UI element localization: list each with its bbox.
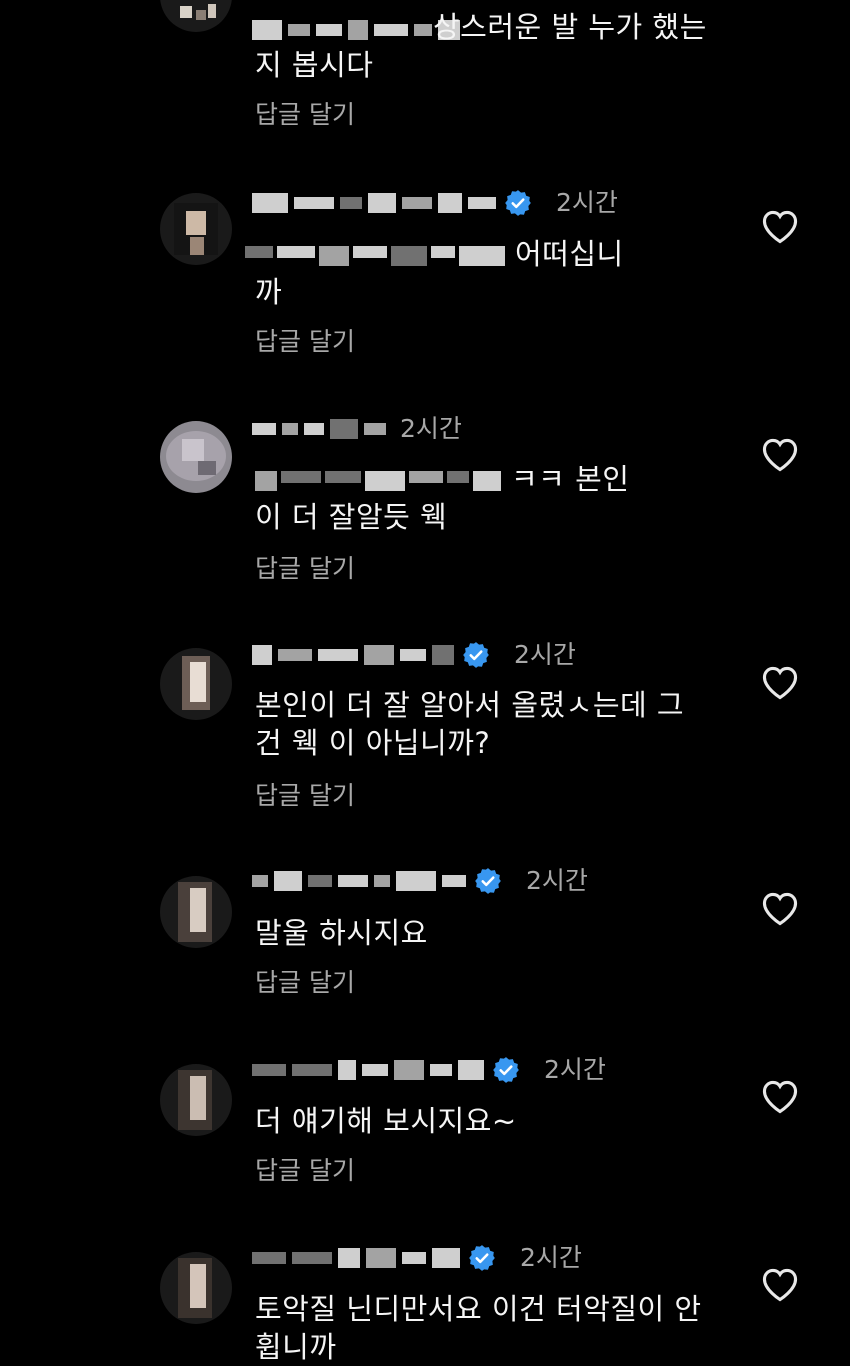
comment-text-line: 까: [255, 275, 283, 309]
verified-badge-icon: [463, 642, 489, 668]
avatar[interactable]: [160, 421, 232, 493]
reply-button[interactable]: 답글 달기: [255, 781, 355, 811]
verified-badge-icon: [469, 1245, 495, 1271]
username-redacted[interactable]: 2시간: [252, 640, 576, 670]
comment-text: ㅋㅋ 본인 이 더 잘알듯 웩: [255, 460, 725, 536]
verified-badge-icon: [493, 1057, 519, 1083]
comment-text-line: 본인이 더 잘 알아서 올렸ㅅ는데 그: [255, 688, 685, 722]
verified-badge-icon: [505, 190, 531, 216]
comment-text-line: 어떠십니: [245, 235, 715, 273]
comment-timestamp: 2시간: [556, 188, 618, 217]
username-redacted[interactable]: 2시간: [252, 188, 618, 218]
comment-text-line: 말울 하시지요: [255, 916, 428, 950]
username-redacted[interactable]: 2시간: [252, 1243, 582, 1273]
mention-redacted[interactable]: [255, 471, 501, 491]
comment-timestamp: 2시간: [526, 866, 588, 895]
avatar[interactable]: [160, 193, 232, 265]
reply-button[interactable]: 답글 달기: [255, 554, 355, 584]
comment-timestamp: 2시간: [544, 1055, 606, 1084]
comment-text-line: 토악질 닌디만서요 이건 터악질이 안: [255, 1292, 702, 1326]
avatar[interactable]: [160, 1064, 232, 1136]
comment-timestamp: 2시간: [400, 414, 462, 443]
comment-text: 더 얘기해 보시지요~: [255, 1102, 725, 1140]
reply-button[interactable]: 답글 달기: [255, 968, 355, 998]
heart-outline-icon[interactable]: [760, 208, 800, 244]
comment-text-line: 상스러운 발 누가 했는: [433, 10, 707, 44]
comment-text-line: 건 웩 이 아닙니까?: [255, 726, 491, 760]
heart-outline-icon[interactable]: [760, 890, 800, 926]
avatar[interactable]: [160, 1252, 232, 1324]
reply-button[interactable]: 답글 달기: [255, 327, 355, 357]
comment-text: 말울 하시지요: [255, 914, 725, 952]
comment-text-line: 지 봅시다: [255, 48, 374, 82]
comment-timestamp: 2시간: [520, 1243, 582, 1272]
comment-text-line: 휩니까: [255, 1330, 337, 1364]
heart-outline-icon[interactable]: [760, 436, 800, 472]
avatar[interactable]: [160, 648, 232, 720]
comment-timestamp: 2시간: [514, 640, 576, 669]
comment-text-inline: 어떠십니: [515, 237, 624, 271]
heart-outline-icon[interactable]: [760, 664, 800, 700]
reply-button[interactable]: 답글 달기: [255, 100, 355, 130]
comment-text-line: 더 얘기해 보시지요~: [255, 1104, 517, 1138]
heart-outline-icon[interactable]: [760, 1078, 800, 1114]
username-redacted[interactable]: 2시간: [252, 1055, 606, 1085]
verified-badge-icon: [475, 868, 501, 894]
heart-outline-icon[interactable]: [760, 1266, 800, 1302]
comment-text-inline: ㅋㅋ 본인: [511, 462, 630, 496]
comment-text: 본인이 더 잘 알아서 올렸ㅅ는데 그 건 웩 이 아닙니까?: [255, 686, 725, 762]
reply-button[interactable]: 답글 달기: [255, 1156, 355, 1186]
comment-text-line: ㅋㅋ 본인: [255, 460, 725, 498]
comment-text: 상스러운 발 누가 했는 지 봅시다: [255, 8, 725, 84]
comment-text: 토악질 닌디만서요 이건 터악질이 안 휩니까: [255, 1290, 725, 1366]
username-redacted[interactable]: 2시간: [252, 414, 462, 444]
comment-text-line: 이 더 잘알듯 웩: [255, 500, 448, 534]
avatar[interactable]: [160, 0, 232, 32]
username-redacted[interactable]: 2시간: [252, 866, 588, 896]
comment-text: 어떠십니 까: [245, 235, 715, 311]
mention-redacted[interactable]: [245, 246, 505, 266]
avatar[interactable]: [160, 876, 232, 948]
